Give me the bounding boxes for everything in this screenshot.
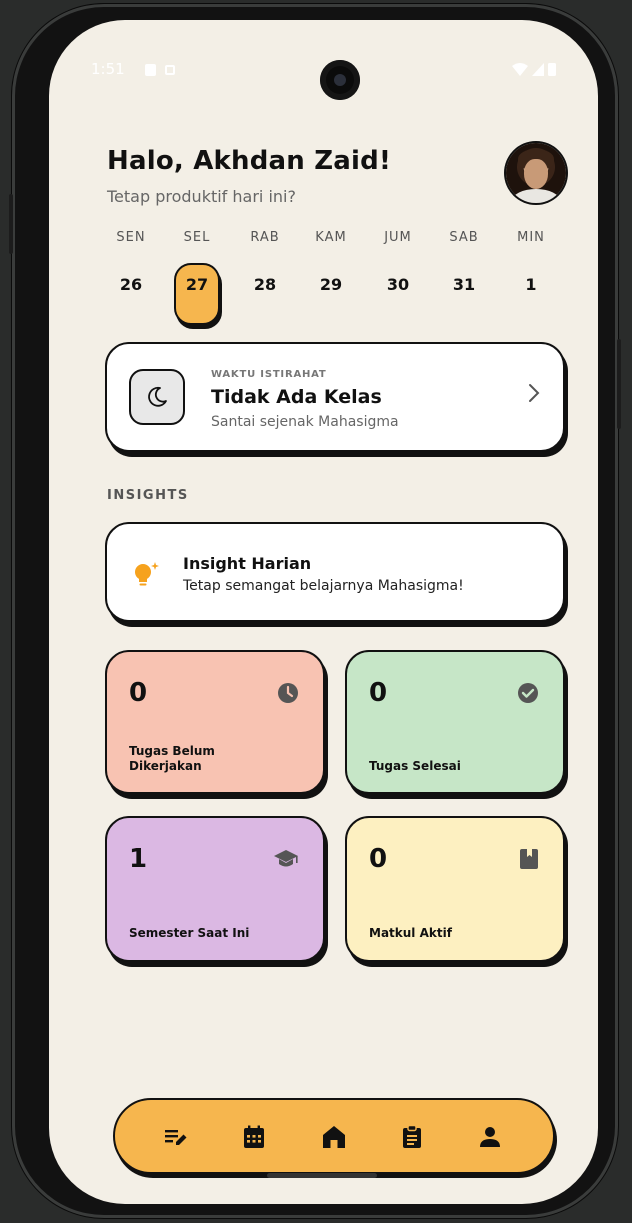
bottom-navigation <box>113 1098 555 1174</box>
nav-assignments[interactable] <box>399 1124 425 1150</box>
day-name: KAM <box>315 230 347 245</box>
day-jum[interactable]: JUM 30 <box>374 230 422 297</box>
calendar-icon <box>244 1125 264 1148</box>
notification-icon <box>165 65 175 75</box>
moon-icon <box>129 369 185 425</box>
stat-label: Semester Saat Ini <box>129 926 249 941</box>
day-number: 27 <box>185 275 209 294</box>
person-icon <box>480 1127 500 1147</box>
power-button <box>617 339 621 429</box>
day-name: RAB <box>250 230 280 245</box>
day-name: JUM <box>384 230 412 245</box>
day-sen[interactable]: SEN 26 <box>107 230 155 297</box>
stat-label-line: Semester Saat Ini <box>129 926 250 940</box>
day-number: 31 <box>452 275 476 294</box>
avatar-shirt <box>512 189 560 203</box>
nav-tasks[interactable] <box>163 1124 189 1150</box>
day-name: SEL <box>183 230 211 245</box>
stat-value: 0 <box>369 678 388 708</box>
stat-label-line: Tugas Belum <box>129 744 215 758</box>
daily-insight-card[interactable]: Insight Harian Tetap semangat belajarnya… <box>105 522 565 622</box>
day-sel[interactable]: SEL 27 <box>173 230 221 325</box>
lightbulb-icon <box>135 562 159 586</box>
stat-card-active-courses[interactable]: 0 Matkul Aktif <box>345 816 565 962</box>
day-number: 28 <box>253 275 277 294</box>
signal-icon <box>532 62 544 76</box>
nav-calendar[interactable] <box>241 1124 267 1150</box>
day-number: 29 <box>319 275 343 294</box>
notification-icon <box>145 64 156 76</box>
wifi-icon <box>512 62 528 76</box>
stat-label-line: Tugas Selesai <box>369 759 461 773</box>
avatar-face <box>524 159 548 189</box>
stat-label: Tugas Belum Dikerjakan <box>129 744 215 774</box>
nav-profile[interactable] <box>477 1124 503 1150</box>
section-title: INSIGHTS <box>107 488 189 503</box>
insight-text: Tetap semangat belajarnya Mahasigma! <box>183 578 464 594</box>
stat-value: 0 <box>129 678 148 708</box>
front-camera <box>320 60 360 100</box>
app-screen: 1:51 Halo, Akhdan Zaid! Tetap produktif … <box>49 20 598 1204</box>
volume-button <box>9 194 13 254</box>
battery-icon <box>548 63 556 76</box>
check-circle-icon <box>518 683 538 703</box>
stat-card-pending-tasks[interactable]: 0 Tugas Belum Dikerjakan <box>105 650 325 794</box>
clipboard-icon <box>403 1125 421 1148</box>
status-time: 1:51 <box>91 60 125 78</box>
day-number: 30 <box>386 275 410 294</box>
stat-card-current-semester[interactable]: 1 Semester Saat Ini <box>105 816 325 962</box>
card-kicker: WAKTU ISTIRAHAT <box>211 369 327 380</box>
phone-frame: 1:51 Halo, Akhdan Zaid! Tetap produktif … <box>9 4 621 1218</box>
nav-home[interactable] <box>321 1124 347 1150</box>
greeting-subtitle: Tetap produktif hari ini? <box>107 187 296 206</box>
day-name: MIN <box>517 230 545 245</box>
day-name: SEN <box>116 230 146 245</box>
greeting-title: Halo, Akhdan Zaid! <box>107 146 392 176</box>
stat-label: Tugas Selesai <box>369 759 461 774</box>
day-kam[interactable]: KAM 29 <box>307 230 355 297</box>
stat-label: Matkul Aktif <box>369 926 452 941</box>
book-icon <box>520 849 538 869</box>
status-icons <box>512 62 556 76</box>
card-title: Tidak Ada Kelas <box>211 386 382 408</box>
insight-title: Insight Harian <box>183 554 312 573</box>
stat-label-line: Dikerjakan <box>129 759 202 773</box>
stat-card-completed-tasks[interactable]: 0 Tugas Selesai <box>345 650 565 794</box>
day-rab[interactable]: RAB 28 <box>241 230 289 297</box>
chevron-right-icon <box>529 384 540 402</box>
day-number: 26 <box>119 275 143 294</box>
edit-note-icon <box>165 1130 187 1145</box>
day-sab[interactable]: SAB 31 <box>440 230 488 297</box>
graduation-cap-icon <box>274 850 298 867</box>
day-name: SAB <box>449 230 479 245</box>
card-subtitle: Santai sejenak Mahasigma <box>211 414 399 430</box>
stat-label-line: Matkul Aktif <box>369 926 452 940</box>
stat-value: 1 <box>129 844 148 874</box>
day-number: 1 <box>525 275 537 294</box>
avatar[interactable] <box>506 143 566 203</box>
clock-icon <box>278 683 298 703</box>
schedule-status-card[interactable]: WAKTU ISTIRAHAT Tidak Ada Kelas Santai s… <box>105 342 565 452</box>
home-icon <box>323 1126 345 1148</box>
stat-value: 0 <box>369 844 388 874</box>
gesture-home-bar[interactable] <box>267 1173 377 1178</box>
day-min[interactable]: MIN 1 <box>507 230 555 297</box>
